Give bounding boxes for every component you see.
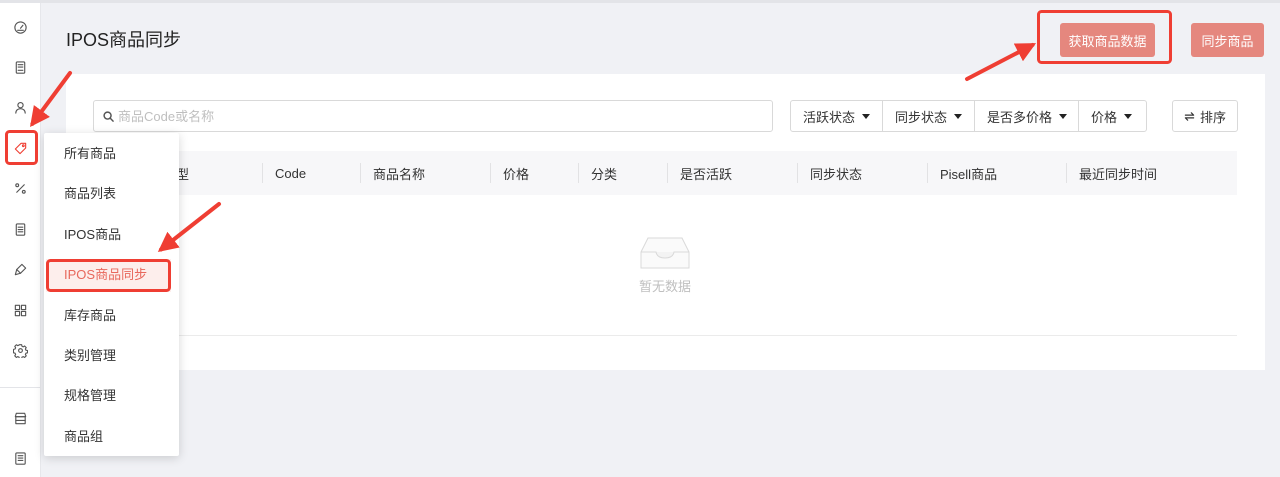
product-table: 型 Code 商品名称 价格 分类 是否活跃 同步状态 Pisell商品 最近同… [93, 151, 1237, 336]
app-root: IPOS商品同步 获取商品数据 同步商品 活跃状态 同步状态 是否多价格 价格 … [0, 0, 1280, 477]
column-header-sync-status: 同步状态 [797, 151, 927, 195]
column-header-code: Code [262, 151, 360, 195]
sync-products-button[interactable]: 同步商品 [1191, 23, 1264, 57]
content-card: 活跃状态 同步状态 是否多价格 价格 排序 型 Code 商品名称 价格 分类 [66, 74, 1265, 370]
tag-icon [14, 142, 26, 154]
filter-label: 价格 [1091, 109, 1118, 125]
caret-down-icon [862, 113, 871, 119]
sidebar-item-products[interactable] [0, 130, 40, 166]
column-header-pisell-product: Pisell商品 [927, 151, 1066, 195]
page-title: IPOS商品同步 [66, 30, 182, 50]
empty-state-text: 暂无数据 [638, 279, 691, 294]
sidebar-item-tools[interactable] [0, 251, 40, 287]
menu-item-category-management[interactable]: 类别管理 [44, 336, 179, 376]
orders-icon [15, 60, 25, 74]
column-header-last-sync-time: 最近同步时间 [1066, 151, 1237, 195]
search-input[interactable] [118, 101, 768, 131]
report-icon [15, 222, 25, 236]
column-header-is-active: 是否活跃 [667, 151, 797, 195]
swap-icon [1184, 111, 1195, 121]
filter-label: 是否多价格 [987, 109, 1053, 125]
menu-item-all-products[interactable]: 所有商品 [44, 134, 179, 174]
column-header-price: 价格 [490, 151, 578, 195]
sidebar-item-dashboard[interactable] [0, 9, 40, 45]
menu-item-product-groups[interactable]: 商品组 [44, 417, 179, 457]
caret-down-icon [1124, 113, 1133, 119]
empty-state: 暂无数据 [93, 195, 1237, 336]
filter-price[interactable]: 价格 [1078, 101, 1146, 131]
table-header: 型 Code 商品名称 价格 分类 是否活跃 同步状态 Pisell商品 最近同… [93, 151, 1237, 195]
apps-grid-icon [14, 304, 26, 316]
tools-icon [14, 263, 26, 275]
menu-item-product-list[interactable]: 商品列表 [44, 174, 179, 214]
store-icon [14, 412, 26, 424]
dashboard-icon [13, 20, 27, 34]
sidebar-item-notes[interactable] [0, 440, 40, 476]
sidebar-item-customers[interactable] [0, 89, 40, 125]
sidebar [0, 0, 41, 477]
filter-multi-price[interactable]: 是否多价格 [974, 101, 1078, 131]
percent-icon [14, 182, 26, 194]
sidebar-divider [0, 387, 40, 388]
column-header-category: 分类 [578, 151, 667, 195]
settings-gear-icon [12, 343, 28, 358]
search-icon [103, 111, 114, 122]
notes-icon [14, 451, 26, 465]
filter-sync-status[interactable]: 同步状态 [882, 101, 974, 131]
column-header-product-name: 商品名称 [360, 151, 490, 195]
filter-label: 活跃状态 [803, 109, 856, 125]
filter-label: 同步状态 [895, 109, 948, 125]
sidebar-item-apps[interactable] [0, 292, 40, 328]
sidebar-item-store[interactable] [0, 400, 40, 436]
filter-active-status[interactable]: 活跃状态 [791, 101, 882, 131]
caret-down-icon [954, 113, 963, 119]
menu-item-ipos-products[interactable]: IPOS商品 [44, 215, 179, 255]
user-icon [14, 101, 26, 114]
sort-button[interactable]: 排序 [1172, 100, 1238, 132]
sidebar-item-discounts[interactable] [0, 170, 40, 206]
search-box [93, 100, 773, 132]
menu-item-ipos-product-sync[interactable]: IPOS商品同步 [44, 255, 179, 295]
sidebar-item-orders[interactable] [0, 49, 40, 85]
empty-inbox-icon [640, 237, 690, 269]
caret-down-icon [1059, 113, 1068, 119]
sidebar-item-reports[interactable] [0, 211, 40, 247]
fetch-product-data-button[interactable]: 获取商品数据 [1060, 23, 1155, 57]
menu-item-inventory-products[interactable]: 库存商品 [44, 296, 179, 336]
menu-item-spec-management[interactable]: 规格管理 [44, 376, 179, 416]
filter-group: 活跃状态 同步状态 是否多价格 价格 [790, 100, 1147, 132]
product-submenu: 所有商品 商品列表 IPOS商品 IPOS商品同步 库存商品 类别管理 规格管理… [44, 133, 179, 456]
top-edge [0, 0, 1280, 3]
sort-label: 排序 [1199, 109, 1226, 125]
sidebar-item-settings[interactable] [0, 332, 40, 368]
